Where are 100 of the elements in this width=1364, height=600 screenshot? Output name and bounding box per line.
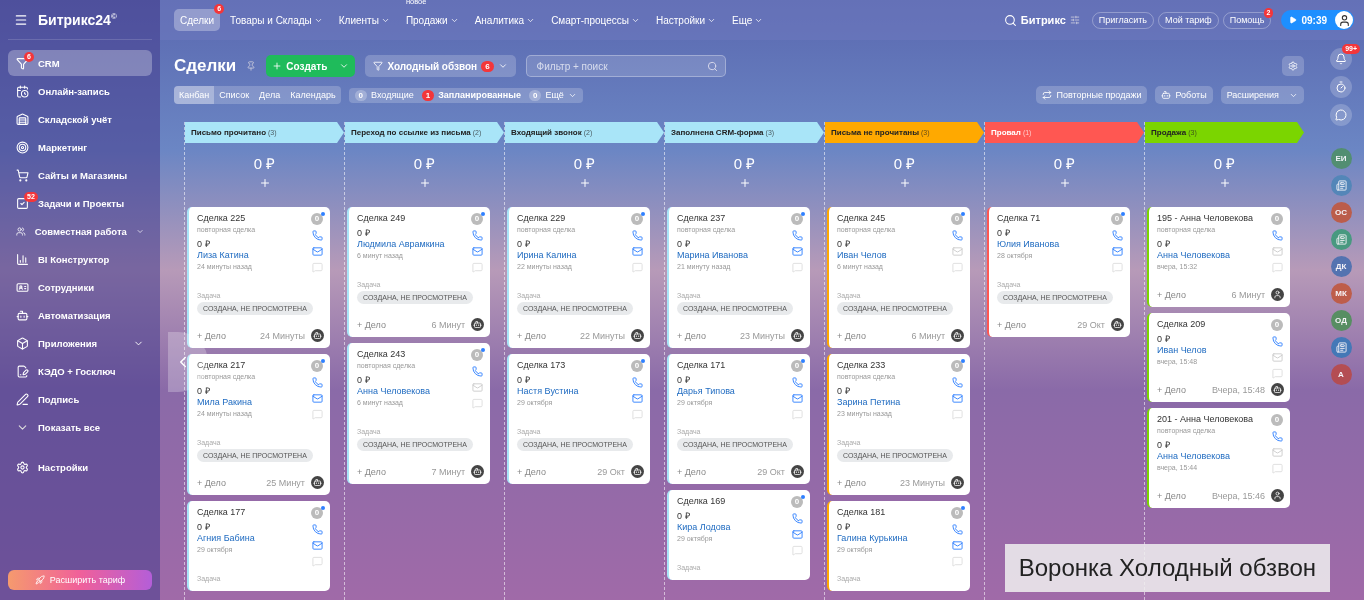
contact-avatar[interactable]: МК (1330, 283, 1352, 304)
chat-button[interactable] (1330, 104, 1352, 126)
contact-link[interactable]: Лиза Катина (197, 250, 310, 263)
sidebar-item[interactable]: Онлайн-запись (8, 78, 152, 104)
add-activity-link[interactable]: + Дело (517, 330, 546, 341)
deal-title[interactable]: Сделка 233 (837, 360, 950, 373)
mail-icon[interactable] (631, 246, 643, 257)
contact-link[interactable]: Иван Челов (837, 250, 950, 263)
view-tab[interactable]: Календарь (285, 86, 341, 104)
contact-avatar[interactable]: ОД (1330, 310, 1352, 331)
add-activity-link[interactable]: + Дело (1157, 490, 1186, 501)
sidebar-item[interactable]: Складской учёт (8, 106, 152, 132)
contact-avatar[interactable]: А (1330, 364, 1352, 385)
portal-name[interactable]: Битрикс (1020, 14, 1066, 26)
phone-icon[interactable] (631, 230, 643, 241)
mail-icon[interactable] (311, 393, 323, 404)
nav-tab[interactable]: Аналитика (468, 9, 542, 31)
toolbar-button[interactable]: Расширения (1220, 86, 1304, 104)
logo[interactable]: Битрикс24© (38, 11, 117, 28)
nav-tab[interactable]: Смарт-процессы (545, 9, 646, 31)
sidebar-item[interactable]: Автоматизация (8, 302, 152, 328)
phone-icon[interactable] (951, 230, 963, 241)
deal-title[interactable]: 201 - Анна Человекова (1157, 414, 1270, 427)
contact-link[interactable]: Кира Лодова (677, 522, 790, 535)
chat-avatar[interactable] (1330, 337, 1352, 358)
sidebar-item[interactable]: Совместная работа (8, 218, 152, 244)
phone-icon[interactable] (471, 366, 483, 377)
deal-title[interactable]: Сделка 177 (197, 507, 310, 520)
mail-icon[interactable] (471, 382, 483, 393)
contact-link[interactable]: Настя Вустина (517, 386, 630, 399)
phone-icon[interactable] (951, 524, 963, 535)
add-activity-link[interactable]: + Дело (997, 319, 1026, 330)
deal-title[interactable]: Сделка 71 (997, 213, 1110, 226)
add-activity-link[interactable]: + Дело (517, 466, 546, 477)
add-activity-link[interactable]: + Дело (677, 466, 706, 477)
mail-icon[interactable] (791, 529, 803, 540)
add-deal-icon[interactable] (578, 177, 591, 189)
menu-icon[interactable] (14, 12, 28, 27)
deal-title[interactable]: Сделка 245 (837, 213, 950, 226)
deal-title[interactable]: Сделка 181 (837, 507, 950, 520)
add-deal-icon[interactable] (258, 177, 271, 189)
contact-link[interactable]: Иван Челов (1157, 345, 1270, 358)
sidebar-item[interactable]: Маркетинг (8, 134, 152, 160)
work-time-button[interactable]: 09:39 (1281, 10, 1354, 30)
phone-icon[interactable] (311, 524, 323, 535)
contact-avatar[interactable]: ОС (1330, 202, 1352, 223)
nav-tab[interactable]: Продажи (399, 9, 465, 31)
counter-filter[interactable]: 0 Входящие (350, 89, 418, 101)
deal-title[interactable]: Сделка 249 (357, 213, 470, 226)
deal-title[interactable]: Сделка 209 (1157, 319, 1270, 332)
mail-icon[interactable] (311, 540, 323, 551)
add-deal-icon[interactable] (1058, 177, 1071, 189)
deal-title[interactable]: Сделка 229 (517, 213, 630, 226)
mail-icon[interactable] (1111, 246, 1123, 257)
sliders-icon[interactable] (1069, 15, 1080, 25)
chat-avatar[interactable] (1330, 229, 1352, 250)
mail-icon[interactable] (1271, 246, 1283, 257)
timer-button[interactable] (1330, 76, 1352, 98)
phone-icon[interactable] (1271, 431, 1283, 442)
mail-icon[interactable] (471, 246, 483, 257)
funnel-button[interactable]: Холодный обзвон 6 (365, 55, 516, 77)
contact-avatar[interactable]: ДК (1330, 256, 1352, 277)
contact-link[interactable]: Юлия Иванова (997, 239, 1110, 252)
sidebar-item[interactable]: Подпись (8, 386, 152, 412)
contact-link[interactable]: Галина Курькина (837, 533, 950, 546)
deal-title[interactable]: Сделка 217 (197, 360, 310, 373)
mail-icon[interactable] (951, 246, 963, 257)
phone-icon[interactable] (631, 377, 643, 388)
settings-item[interactable]: Настройки (8, 454, 152, 480)
contact-link[interactable]: Мила Ракина (197, 397, 310, 410)
contact-link[interactable]: Анна Человекова (357, 386, 470, 399)
add-deal-icon[interactable] (738, 177, 751, 189)
nav-tab[interactable]: Клиенты (332, 9, 396, 31)
add-activity-link[interactable]: + Дело (357, 466, 386, 477)
sidebar-item[interactable]: BI Конструктор (8, 246, 152, 272)
contact-avatar[interactable]: ЕИ (1330, 148, 1352, 169)
pin-icon[interactable] (246, 61, 257, 71)
phone-icon[interactable] (311, 230, 323, 241)
deal-title[interactable]: Сделка 243 (357, 349, 470, 362)
phone-icon[interactable] (951, 377, 963, 388)
contact-link[interactable]: Агния Бабина (197, 533, 310, 546)
deal-title[interactable]: Сделка 237 (677, 213, 790, 226)
nav-tab[interactable]: Настройки (649, 9, 722, 31)
sidebar-item[interactable]: КЭДО + Госключ (8, 358, 152, 384)
settings-button[interactable] (1282, 56, 1304, 76)
mail-icon[interactable] (311, 246, 323, 257)
phone-icon[interactable] (1111, 230, 1123, 241)
phone-icon[interactable] (471, 230, 483, 241)
phone-icon[interactable] (311, 377, 323, 388)
counter-filter[interactable]: 0 Ещё (524, 89, 581, 101)
contact-link[interactable]: Анна Человекова (1157, 451, 1270, 464)
add-activity-link[interactable]: + Дело (1157, 384, 1186, 395)
user-avatar[interactable] (1335, 11, 1353, 29)
add-activity-link[interactable]: + Дело (1157, 289, 1186, 300)
view-tab[interactable]: Дела (254, 86, 286, 104)
phone-icon[interactable] (791, 230, 803, 241)
contact-link[interactable]: Марина Иванова (677, 250, 790, 263)
deal-title[interactable]: Сделка 225 (197, 213, 310, 226)
add-activity-link[interactable]: + Дело (837, 477, 866, 488)
add-deal-icon[interactable] (1218, 177, 1231, 189)
